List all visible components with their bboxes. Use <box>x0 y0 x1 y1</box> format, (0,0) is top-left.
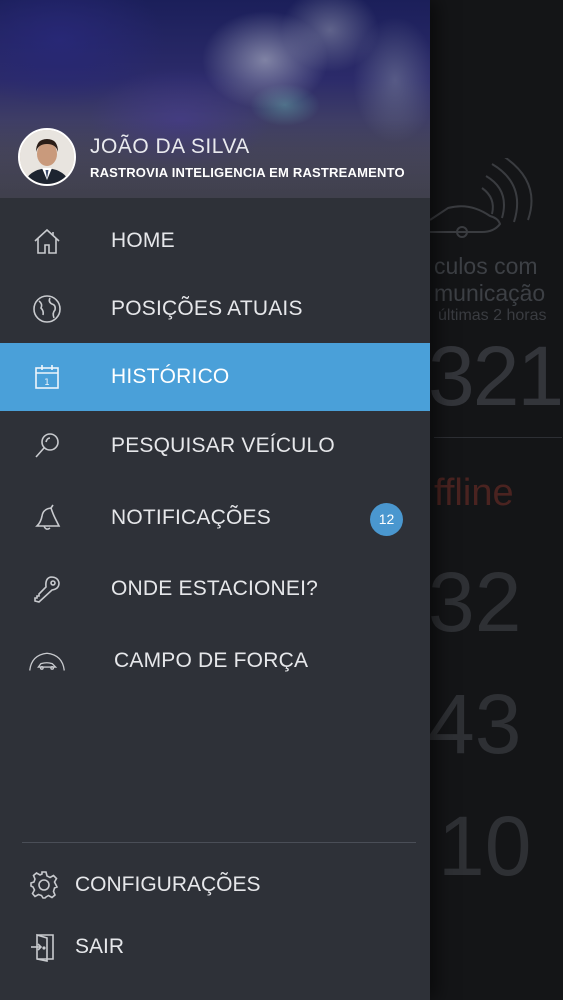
menu-item-pesquisar-veiculo[interactable]: PESQUISAR VEÍCULO <box>0 412 430 480</box>
connected-car-icon <box>430 158 533 238</box>
menu-label-historico: HISTÓRICO <box>111 365 230 388</box>
home-icon <box>28 223 66 259</box>
calendar-icon: 1 <box>28 359 66 395</box>
menu-label-posicoes-atuais: POSIÇÕES ATUAIS <box>111 297 303 320</box>
menu-item-posicoes-atuais[interactable]: POSIÇÕES ATUAIS <box>0 275 430 343</box>
menu-item-onde-estacionei[interactable]: ONDE ESTACIONEI? <box>0 555 430 623</box>
menu-item-home[interactable]: HOME <box>0 207 430 275</box>
bg-label-line1: culos com <box>434 253 538 279</box>
notification-count-badge: 12 <box>370 503 403 536</box>
exit-door-icon <box>26 930 62 964</box>
menu-label-onde-estacionei: ONDE ESTACIONEI? <box>111 577 319 600</box>
search-icon <box>28 428 66 464</box>
user-photo-icon <box>20 130 74 184</box>
menu-label-campo-de-forca: CAMPO DE FORÇA <box>114 649 309 672</box>
menu-label-notificacoes: NOTIFICAÇÕES <box>111 506 271 529</box>
globe-icon <box>28 291 66 327</box>
bg-offline-label: ffline <box>434 472 514 514</box>
logout-label: SAIR <box>75 935 125 958</box>
settings-label: CONFIGURAÇÕES <box>75 873 261 896</box>
bg-count-3: 43 <box>430 677 522 771</box>
dashboard-summary: culos com municação últimas 2 horas 321 … <box>430 0 563 1000</box>
footer-divider <box>22 842 416 843</box>
logout-button[interactable]: SAIR <box>0 918 430 974</box>
menu-item-campo-de-forca[interactable]: CAMPO DE FORÇA <box>0 627 430 695</box>
bg-count-2: 32 <box>430 555 522 649</box>
menu-label-home: HOME <box>111 229 175 252</box>
drawer-header: JOÃO DA SILVA RASTROVIA INTELIGENCIA EM … <box>0 0 430 198</box>
bg-label-line3: últimas 2 horas <box>438 307 547 324</box>
user-company: RASTROVIA INTELIGENCIA EM RASTREAMENTO <box>90 165 405 180</box>
bg-label-line2: municação <box>434 280 546 306</box>
svg-text:1: 1 <box>44 378 50 388</box>
menu-item-historico[interactable]: 1 HISTÓRICO <box>0 343 430 411</box>
bg-count-online: 321 <box>430 329 563 423</box>
navigation-drawer: JOÃO DA SILVA RASTROVIA INTELIGENCIA EM … <box>0 0 430 1000</box>
key-icon <box>28 571 66 607</box>
bg-separator <box>434 437 562 438</box>
bg-count-4: 10 <box>438 799 532 893</box>
gear-icon <box>26 868 62 902</box>
menu-item-notificacoes[interactable]: NOTIFICAÇÕES 12 <box>0 484 430 552</box>
avatar[interactable] <box>18 128 76 186</box>
force-field-icon <box>28 643 66 679</box>
settings-button[interactable]: CONFIGURAÇÕES <box>0 856 430 912</box>
user-name: JOÃO DA SILVA <box>90 135 250 158</box>
bell-icon <box>28 500 66 536</box>
menu-label-pesquisar-veiculo: PESQUISAR VEÍCULO <box>111 434 335 457</box>
